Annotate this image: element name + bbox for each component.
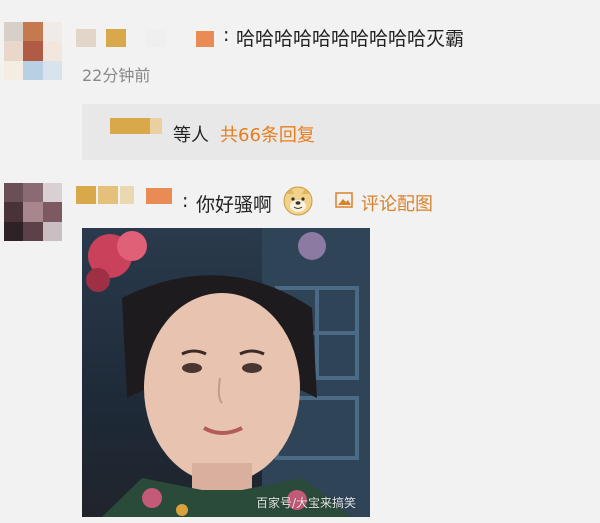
comment-image[interactable]: 百家号/大宝来搞笑 (82, 228, 370, 517)
reply-suffix: 等人 (173, 125, 209, 146)
comment-image-link[interactable]: 评论配图 (361, 190, 433, 216)
comment-separator: : (223, 24, 230, 46)
comment-time: 22分钟前 (82, 66, 151, 85)
comment-text: 你好骚啊 (196, 194, 273, 216)
avatar[interactable] (4, 22, 62, 80)
reply-username[interactable] (110, 118, 165, 138)
doge-icon (283, 186, 313, 216)
username[interactable] (76, 186, 176, 206)
image-icon[interactable] (335, 192, 353, 208)
comment-text: 哈哈哈哈哈哈哈哈哈哈灭霸 (236, 28, 465, 50)
reply-count-link[interactable]: 共66条回复 (220, 121, 315, 147)
username[interactable] (76, 29, 216, 47)
avatar[interactable] (4, 183, 62, 241)
watermark: 百家号/大宝来搞笑 (255, 496, 356, 510)
comment-separator: : (182, 190, 189, 212)
